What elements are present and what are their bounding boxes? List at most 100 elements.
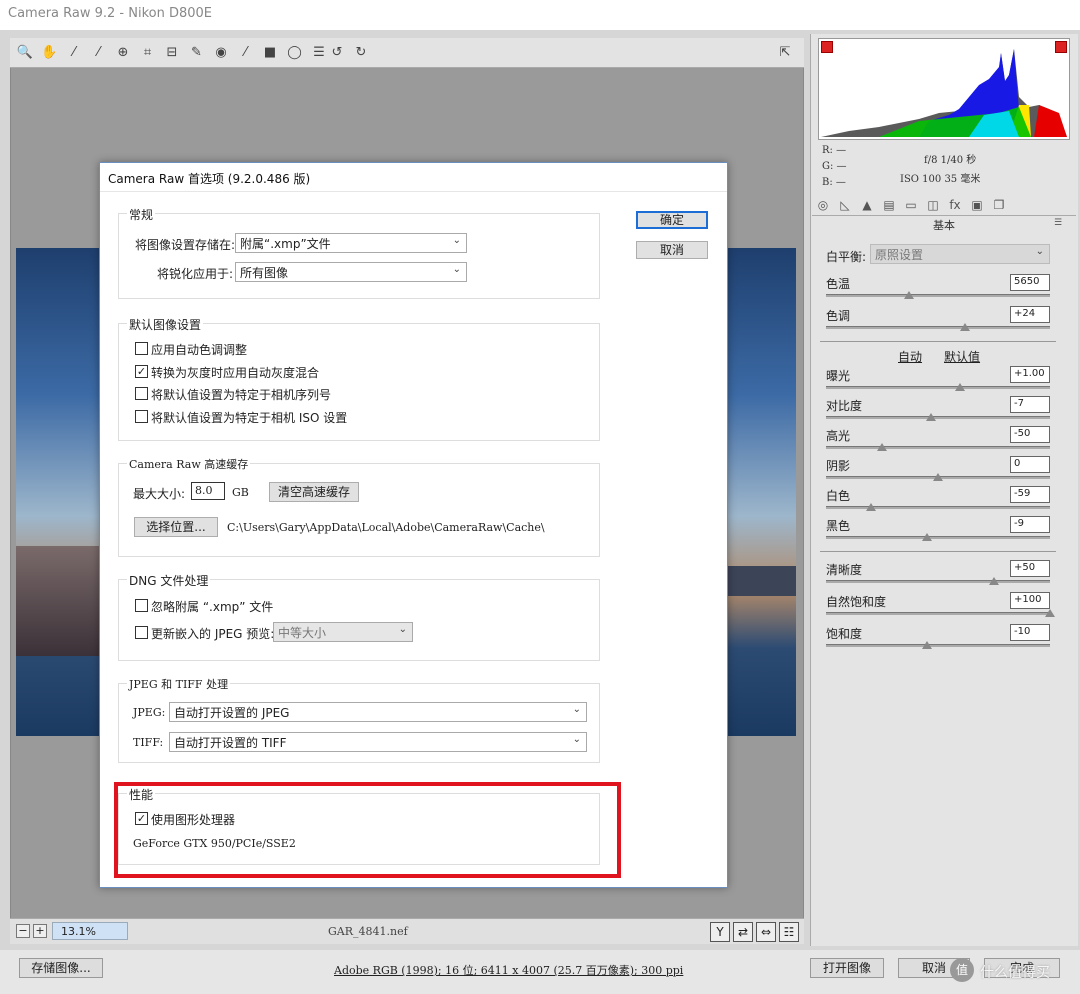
zoom-tool-icon[interactable]: 🔍 — [16, 44, 34, 62]
straighten-tool-icon[interactable]: ⊟ — [163, 44, 181, 62]
jpeg-handling-select[interactable]: 自动打开设置的 JPEG ⌄ — [169, 702, 587, 722]
ok-button[interactable]: 确定 — [636, 211, 708, 229]
panel-tab-icon[interactable]: ◺ — [836, 196, 854, 214]
slider-thumb[interactable] — [926, 413, 937, 421]
slider-value-input[interactable]: +24 — [1010, 306, 1050, 323]
max-size-input[interactable]: 8.0 — [191, 482, 225, 500]
panel-tab-icon[interactable]: ▲ — [858, 196, 876, 214]
sharpen-select[interactable]: 所有图像 ⌄ — [235, 262, 467, 282]
slider-track[interactable] — [826, 386, 1050, 389]
slider-track[interactable] — [826, 536, 1050, 539]
save-settings-value: 附属“.xmp”文件 — [240, 237, 331, 251]
open-image-button[interactable]: 打开图像 — [810, 958, 884, 978]
ignore-xmp-checkbox[interactable] — [135, 599, 148, 612]
slider-label: 白色 — [826, 489, 851, 503]
view-toggle-button[interactable]: Y — [710, 922, 730, 942]
panel-tab-icon[interactable]: ◎ — [814, 196, 832, 214]
slider-thumb[interactable] — [1045, 609, 1055, 617]
tiff-handling-select[interactable]: 自动打开设置的 TIFF ⌄ — [169, 732, 587, 752]
before-after-button[interactable]: ⇄ — [733, 922, 753, 942]
slider-thumb[interactable] — [989, 577, 999, 585]
slider-thumb[interactable] — [921, 533, 932, 541]
slider-track[interactable] — [826, 294, 1050, 297]
slider-value-input[interactable]: +50 — [1010, 560, 1050, 577]
target-adjust-icon[interactable]: ⊕ — [114, 44, 132, 62]
slider-value-input[interactable]: 5650 — [1010, 274, 1050, 291]
save-image-button[interactable]: 存储图像... — [19, 958, 103, 978]
slider-value-input[interactable]: -59 — [1010, 486, 1050, 503]
slider-value-input[interactable]: -50 — [1010, 426, 1050, 443]
save-settings-select[interactable]: 附属“.xmp”文件 ⌄ — [235, 233, 467, 253]
select-location-button[interactable]: 选择位置... — [134, 517, 218, 537]
toggle-settings-button[interactable]: ☷ — [779, 922, 799, 942]
auto-link[interactable]: 自动 — [898, 350, 922, 364]
white-balance-select[interactable]: 原照设置 ⌄ — [870, 244, 1050, 264]
slider-thumb[interactable] — [933, 473, 943, 481]
default-setting-checkbox[interactable]: ✓ — [135, 364, 148, 378]
graduated-filter-icon[interactable]: ■ — [261, 44, 279, 62]
adjustment-brush-icon[interactable]: ⁄ — [237, 44, 255, 62]
slider-value-input[interactable]: +100 — [1010, 592, 1050, 609]
slider-track[interactable] — [826, 506, 1050, 509]
dialog-cancel-button[interactable]: 取消 — [636, 241, 708, 259]
radial-filter-icon[interactable]: ◯ — [286, 44, 304, 62]
workflow-options-link[interactable]: Adobe RGB (1998); 16 位; 6411 x 4007 (25.… — [334, 962, 683, 978]
slider-thumb[interactable] — [903, 291, 914, 299]
slider-value-input[interactable]: 0 — [1010, 456, 1050, 473]
panel-menu-icon[interactable]: ☰ — [1054, 218, 1062, 228]
jpeg-tiff-group: JPEG 和 TIFF 处理 JPEG: 自动打开设置的 JPEG ⌄ TIFF… — [118, 676, 600, 763]
photo-building-right — [716, 566, 796, 596]
crop-tool-icon[interactable]: ⌗ — [139, 44, 157, 62]
slider-thumb[interactable] — [955, 383, 966, 391]
rotate-right-icon[interactable]: ↻ — [352, 44, 370, 62]
default-setting-checkbox[interactable] — [135, 409, 148, 423]
slider-value-input[interactable]: +1.00 — [1010, 366, 1050, 383]
rotate-left-icon[interactable]: ↺ — [328, 44, 346, 62]
slider-thumb[interactable] — [877, 443, 887, 451]
slider-thumb[interactable] — [865, 503, 876, 511]
panel-tab-icon[interactable]: ▣ — [968, 196, 986, 214]
slider-label: 色调 — [826, 309, 851, 323]
slider-label: 曝光 — [826, 369, 851, 383]
slider-track[interactable] — [826, 446, 1050, 449]
panel-tab-icon[interactable]: ❐ — [990, 196, 1008, 214]
default-setting-checkbox[interactable] — [135, 342, 148, 355]
slider-value-input[interactable]: -7 — [1010, 396, 1050, 413]
swap-settings-button[interactable]: ⇔ — [756, 922, 776, 942]
slider-track[interactable] — [826, 612, 1050, 615]
default-link[interactable]: 默认值 — [944, 350, 980, 364]
default-setting-checkbox[interactable] — [135, 387, 148, 400]
default-image-settings-group: 默认图像设置 应用自动色调调整 ✓ 转换为灰度时应用自动灰度混合 将默认值设置为特定于… — [118, 316, 600, 441]
update-preview-checkbox[interactable] — [135, 626, 148, 639]
panel-tab-icon[interactable]: fx — [946, 196, 964, 214]
zoom-level-select[interactable]: 13.1% — [52, 922, 128, 940]
purge-cache-button[interactable]: 清空高速缓存 — [269, 482, 359, 502]
slider-track[interactable] — [826, 644, 1050, 647]
preview-size-select[interactable]: 中等大小 ⌄ — [273, 622, 413, 642]
slider-label: 清晰度 — [826, 563, 863, 577]
panel-tab-icon[interactable]: ◫ — [924, 196, 942, 214]
dialog-title: Camera Raw 首选项 (9.2.0.486 版) — [108, 172, 311, 186]
slider-track[interactable] — [826, 416, 1050, 419]
zoom-in-button[interactable]: + — [33, 924, 47, 938]
slider-label: 高光 — [826, 429, 851, 443]
spot-removal-icon[interactable]: ✎ — [188, 44, 206, 62]
divider — [820, 551, 1056, 552]
red-eye-icon[interactable]: ◉ — [212, 44, 230, 62]
slider-thumb[interactable] — [959, 323, 970, 331]
hand-tool-icon[interactable]: ✋ — [41, 44, 59, 62]
slider-value-input[interactable]: -10 — [1010, 624, 1050, 641]
panel-tab-icon[interactable]: ▤ — [880, 196, 898, 214]
preferences-icon[interactable]: ☰ — [310, 44, 328, 62]
slider-track[interactable] — [826, 580, 1050, 583]
slider-thumb[interactable] — [921, 641, 932, 649]
panel-tab-icon[interactable]: ▭ — [902, 196, 920, 214]
fullscreen-icon[interactable]: ⇱ — [776, 44, 794, 62]
slider-track[interactable] — [826, 326, 1050, 329]
slider-value-input[interactable]: -9 — [1010, 516, 1050, 533]
camera-info: R: — G: — B: — f/8 1/40 秒 ISO 100 35 毫米 — [818, 143, 1070, 191]
white-balance-tool-icon[interactable]: ⁄ — [65, 44, 83, 62]
slider-label: 饱和度 — [826, 627, 863, 641]
zoom-out-button[interactable]: − — [16, 924, 30, 938]
color-sampler-icon[interactable]: ⁄ — [90, 44, 108, 62]
